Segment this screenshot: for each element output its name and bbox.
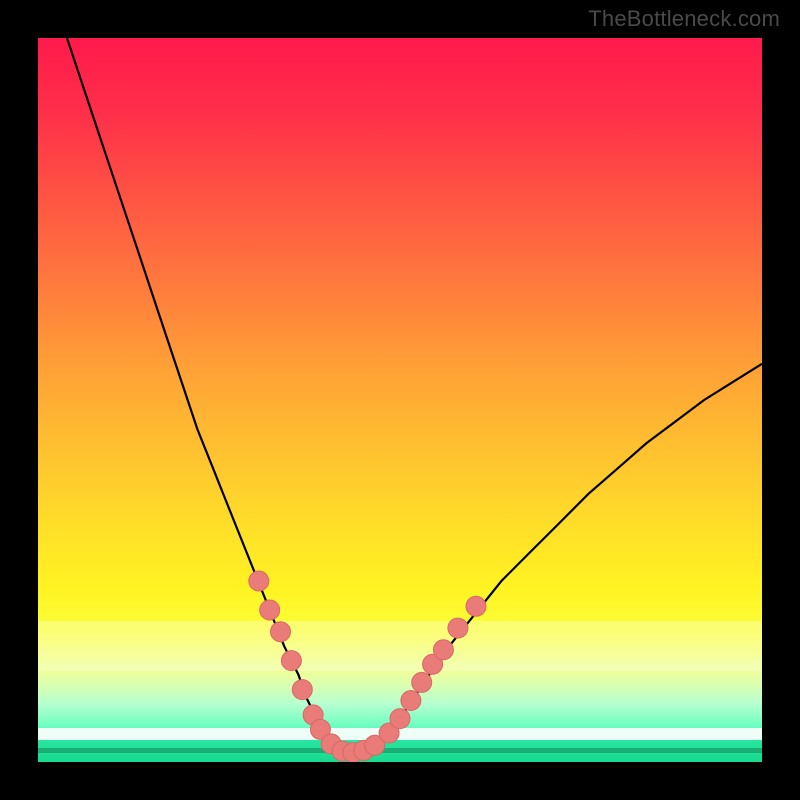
marker-dot bbox=[412, 672, 432, 692]
marker-dot bbox=[466, 596, 486, 616]
marker-dot bbox=[260, 600, 280, 620]
marker-dot bbox=[281, 651, 301, 671]
marker-dot bbox=[249, 571, 269, 591]
valley-markers bbox=[249, 571, 486, 762]
bottleneck-curve bbox=[67, 38, 762, 753]
marker-dot bbox=[448, 618, 468, 638]
marker-dot bbox=[401, 691, 421, 711]
watermark-text: TheBottleneck.com bbox=[588, 6, 780, 32]
curve-layer bbox=[38, 38, 762, 762]
chart-frame: TheBottleneck.com bbox=[0, 0, 800, 800]
marker-dot bbox=[292, 680, 312, 700]
plot-area bbox=[38, 38, 762, 762]
marker-dot bbox=[271, 622, 291, 642]
marker-dot bbox=[390, 709, 410, 729]
marker-dot bbox=[433, 640, 453, 660]
